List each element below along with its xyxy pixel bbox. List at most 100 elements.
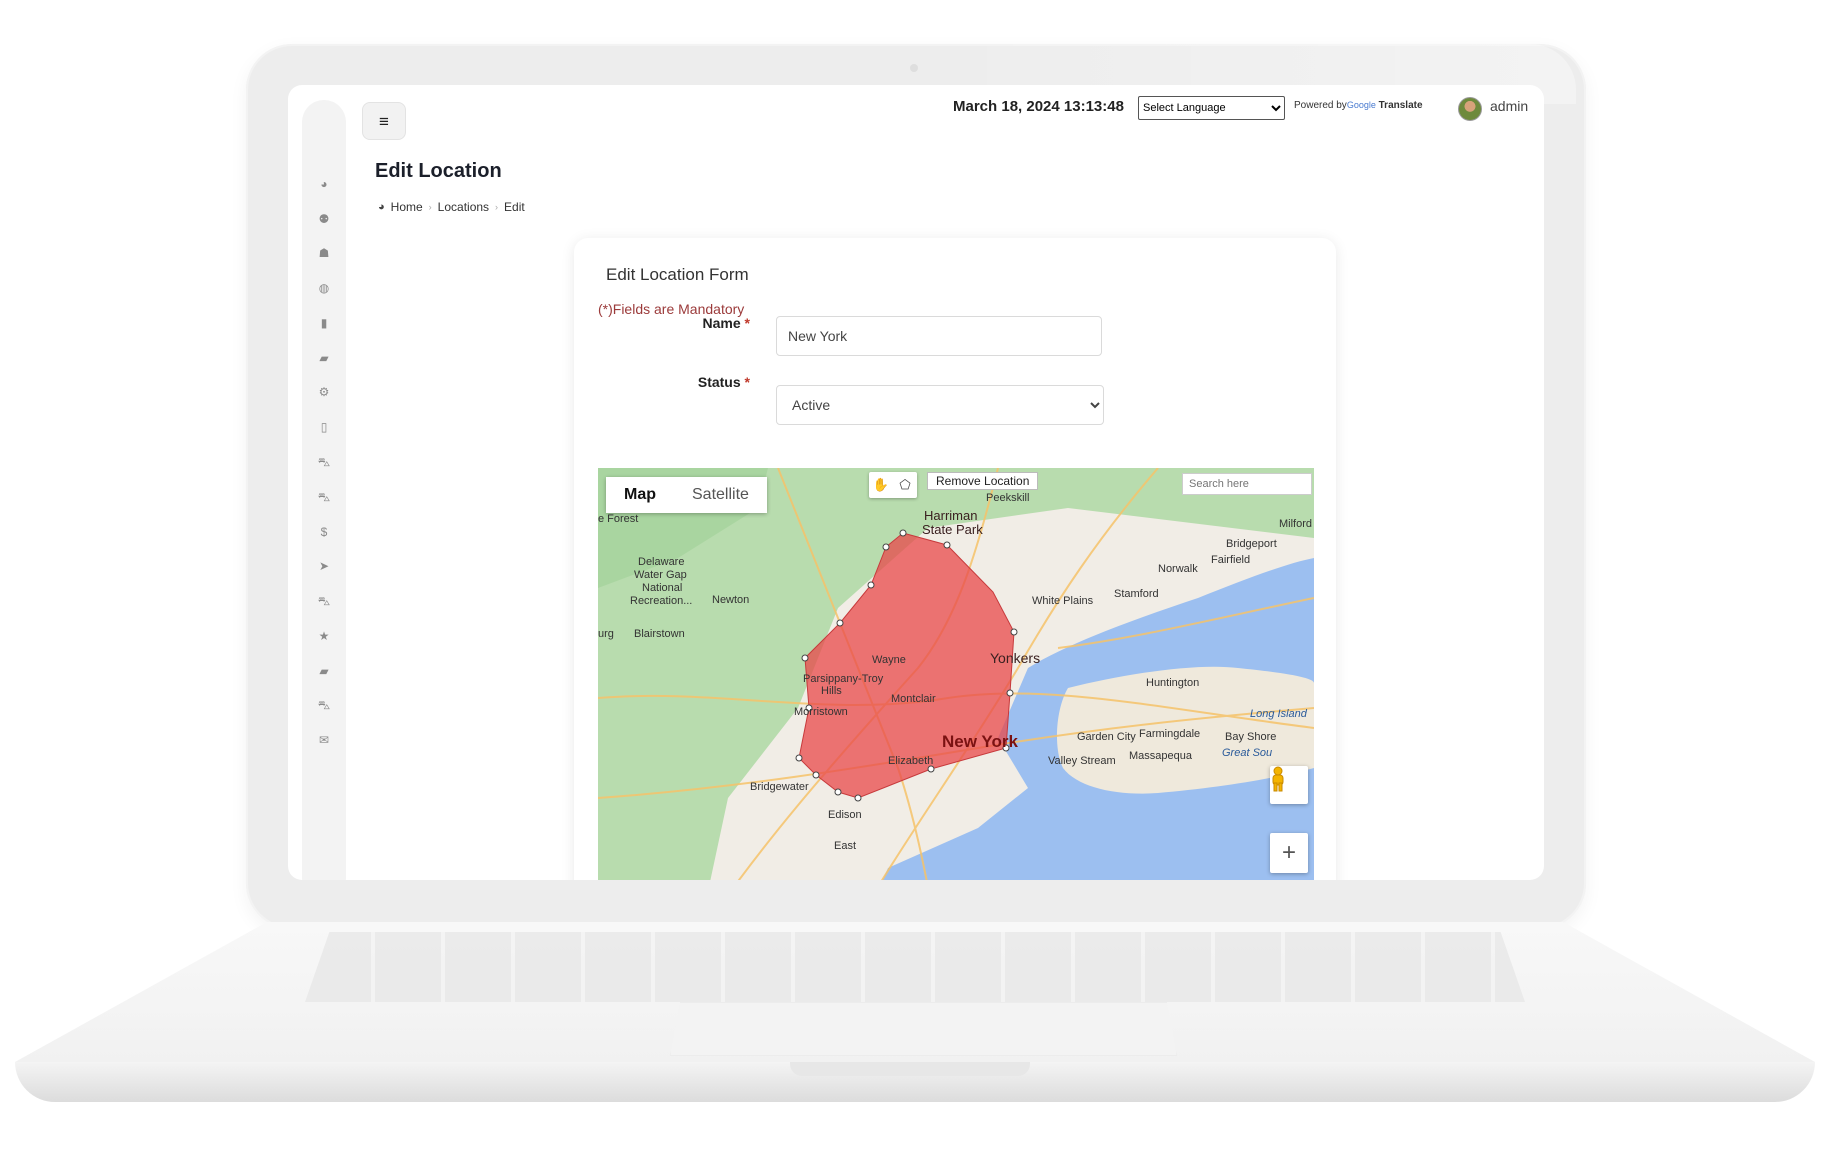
name-label-text: Name [702,315,741,331]
breadcrumb-home[interactable]: Home [391,200,423,214]
car-icon[interactable]: ⛍ [302,594,346,608]
building-icon[interactable]: ▮ [302,316,346,330]
cogs-icon[interactable]: ⚙ [302,385,346,399]
map-label-garden-city: Garden City [1077,731,1136,743]
pegman-icon [1272,766,1284,792]
page-title: Edit Location [375,160,502,182]
map-label-farmingdale: Farmingdale [1139,728,1201,740]
map-label-harriman: Harriman [924,508,978,523]
drawing-tools: ✋ ⬠ [869,472,917,498]
required-mark: * [744,374,750,390]
breadcrumb: ◕ Home › Locations › Edit [378,200,525,214]
status-label: Status * [698,374,750,390]
map-label-state-park: State Park [922,522,983,537]
map-search-input[interactable] [1182,473,1312,495]
location-map[interactable]: Harriman State Park Peekskill Milford Br… [598,468,1314,880]
laptop-trackpad [670,1002,1177,1056]
home-icon: ◕ [378,201,385,213]
map-type-satellite-button[interactable]: Satellite [674,477,767,513]
form-title: Edit Location Form [606,265,749,284]
map-label-delaware-4: Recreation... [630,595,693,607]
map-label-new-york: New York [942,732,1018,751]
envelope-icon[interactable]: ✉ [302,733,346,747]
map-label-delaware-1: Delaware [638,556,685,568]
name-input[interactable] [776,316,1102,356]
map-label-east: East [834,840,857,852]
map-label-white-plains: White Plains [1032,595,1094,607]
laptop-notch [790,1062,1030,1076]
car-icon[interactable]: ⛍ [302,698,346,712]
map-label-peekskill: Peekskill [986,492,1030,504]
send-icon[interactable]: ➤ [302,559,346,573]
map-label-wayne: Wayne [872,654,906,666]
map-label-hills: Hills [821,685,842,697]
powered-by-google-translate[interactable]: Powered byGoogle Translate [1294,100,1423,111]
user-name[interactable]: admin [1490,98,1528,114]
map-label-fairfield: Fairfield [1211,554,1251,566]
zoom-in-button[interactable]: + [1270,833,1308,873]
book-icon[interactable]: ▰ [302,351,346,365]
map-label-parsippany: Parsippany-Troy [803,673,884,685]
edit-location-card: Edit Location Form (*)Fields are Mandato… [574,238,1336,880]
required-mark: * [744,315,750,331]
remove-location-button[interactable]: Remove Location [927,472,1039,490]
star-icon[interactable]: ★ [302,629,346,643]
breadcrumb-edit: Edit [504,200,525,214]
name-label: Name * [703,315,750,331]
map-label-bay-shore: Bay Shore [1225,731,1277,743]
map-label-milford: Milford [1279,518,1313,530]
map-label-long-island: Long Island [1250,708,1307,720]
polygon-draw-icon[interactable]: ⬠ [893,472,917,498]
map-label-blairstown: Blairstown [634,628,685,640]
street-view-pegman[interactable] [1270,766,1308,804]
datetime-display: March 18, 2024 13:13:48 [953,98,1124,115]
map-label-yonkers: Yonkers [990,650,1041,666]
car-icon[interactable]: ⛍ [302,490,346,504]
map-label-bridgeport: Bridgeport [1226,538,1277,550]
chevron-right-icon: › [495,202,499,212]
laptop-camera [910,64,918,72]
map-type-map-button[interactable]: Map [606,477,674,513]
map-label-delaware-3: National [642,582,683,594]
language-select[interactable]: Select Language [1138,96,1285,120]
map-label-montclair: Montclair [891,693,936,705]
users-icon[interactable]: ☗ [302,246,346,260]
menu-toggle-button[interactable]: ≡ [362,102,406,140]
user-plus-icon[interactable]: ⚉ [302,212,346,226]
google-logo: Google [1346,100,1376,110]
map-label-bridgewater: Bridgewater [750,781,809,793]
status-label-text: Status [697,374,741,390]
map-label-elizabeth: Elizabeth [888,755,934,767]
globe-icon[interactable]: ◍ [302,281,346,295]
map-label-urg: urg [598,628,614,640]
map-type-control: Map Satellite [606,477,767,513]
app-screen: ◕ ⚉ ☗ ◍ ▮ ▰ ⚙ ▯ ⛍ ⛍ $ ➤ ⛍ ★ ▰ ⛍ ✉ ≡ Marc… [288,85,1544,880]
breadcrumb-locations[interactable]: Locations [438,200,489,214]
map-label-norwalk: Norwalk [1158,563,1198,575]
map-label-huntington: Huntington [1146,677,1200,689]
map-label-newton: Newton [712,594,750,606]
map-label-morristown: Morristown [794,706,848,718]
hamburger-icon: ≡ [379,111,389,131]
avatar[interactable] [1458,97,1482,121]
sidebar: ◕ ⚉ ☗ ◍ ▮ ▰ ⚙ ▯ ⛍ ⛍ $ ➤ ⛍ ★ ▰ ⛍ ✉ [302,100,346,880]
map-label-massapequa: Massapequa [1129,750,1192,762]
map-label-delaware-2: Water Gap [634,569,687,581]
map-label-forest: e Forest [598,513,639,525]
laptop-base [15,922,1815,1105]
hand-icon[interactable]: ✋ [869,472,893,498]
powered-prefix: Powered by [1294,100,1347,111]
map-icon[interactable]: ▯ [302,420,346,434]
map-label-great-south: Great Sou [1222,747,1273,759]
book-icon[interactable]: ▰ [302,664,346,678]
status-select[interactable]: Active [776,385,1104,425]
translate-label: Translate [1378,100,1423,111]
map-label-edison: Edison [828,809,862,821]
map-label-valley-stream: Valley Stream [1048,755,1116,767]
dollar-icon[interactable]: $ [302,525,346,539]
car-icon[interactable]: ⛍ [302,455,346,469]
chevron-right-icon: › [428,202,432,212]
dashboard-icon[interactable]: ◕ [302,177,346,191]
laptop-keyboard [305,932,1525,1002]
map-label-stamford: Stamford [1114,588,1159,600]
